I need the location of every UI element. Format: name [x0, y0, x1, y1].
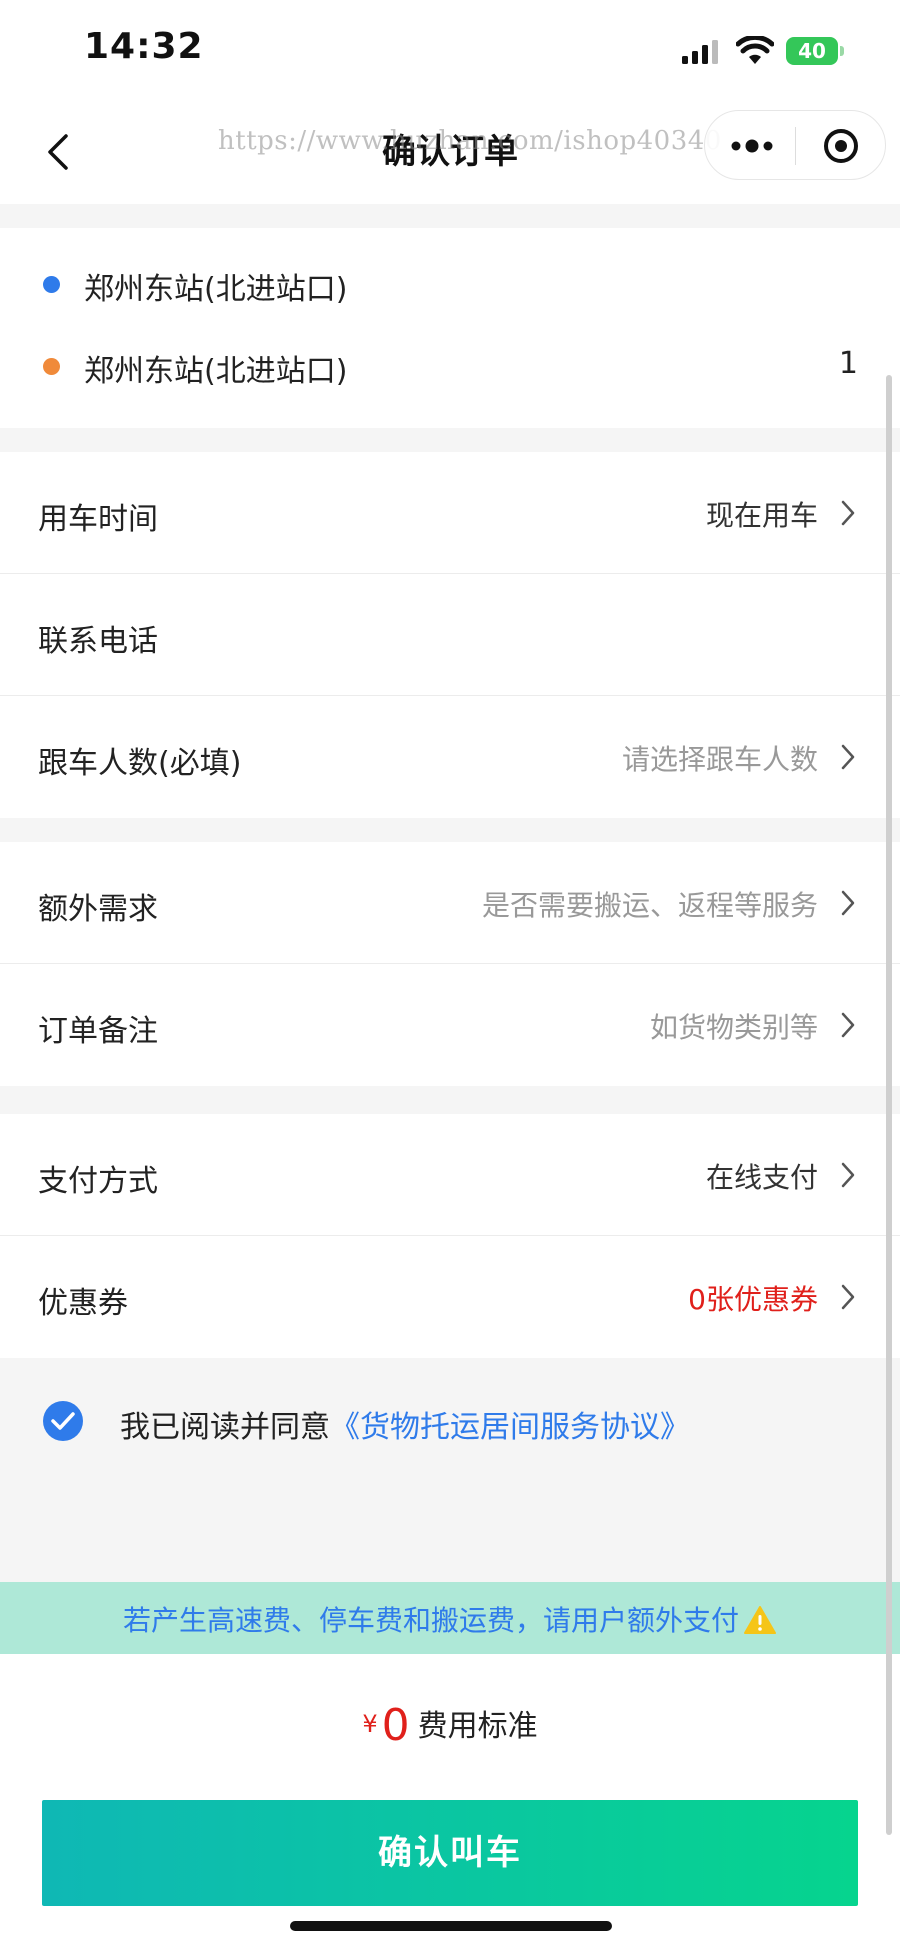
fee-notice: 若产生高速费、停车费和搬运费，请用户额外支付 [0, 1599, 900, 1639]
start-dot-icon [43, 276, 60, 293]
phone-row[interactable]: 联系电话 [0, 574, 900, 696]
battery-tip [840, 46, 844, 56]
chevron-right-icon [841, 744, 855, 770]
target-circle-icon[interactable] [821, 126, 861, 166]
payment-row[interactable]: 支付方式 在线支付 [0, 1114, 900, 1236]
chevron-right-icon [841, 1012, 855, 1038]
route-end-text: 郑州东站(北进站口) [84, 354, 348, 389]
scrollbar[interactable] [886, 375, 892, 1835]
route-end-count: 1 [838, 346, 858, 381]
price-amount: 0 [381, 1700, 410, 1751]
more-dots-icon[interactable] [727, 129, 777, 163]
end-dot-icon [43, 358, 60, 375]
payment-group: 支付方式 在线支付 优惠券 0张优惠券 [0, 1114, 900, 1358]
order-info-group: 用车时间 现在用车 联系电话 跟车人数(必填) 请选择跟车人数 [0, 452, 900, 818]
payment-value: 在线支付 [705, 1161, 818, 1194]
route-start-text: 郑州东站(北进站口) [84, 272, 348, 307]
fee-notice-banner: 若产生高速费、停车费和搬运费，请用户额外支付 [0, 1582, 900, 1654]
fee-standard-link[interactable]: 费用标准 [418, 1709, 538, 1744]
time-row[interactable]: 用车时间 现在用车 [0, 452, 900, 574]
remark-label: 订单备注 [38, 1014, 158, 1049]
chevron-right-icon [841, 1284, 855, 1310]
agreement-prefix: 我已阅读并同意 [120, 1410, 330, 1445]
coupon-row[interactable]: 优惠券 0张优惠券 [0, 1236, 900, 1358]
agreement-text: 我已阅读并同意《货物托运居间服务协议》 [120, 1402, 690, 1446]
agreement-link[interactable]: 《货物托运居间服务协议》 [330, 1410, 690, 1445]
coupon-value: 0张优惠券 [688, 1283, 818, 1316]
fee-notice-text: 若产生高速费、停车费和搬运费，请用户额外支付 [122, 1604, 739, 1637]
capsule-divider [795, 127, 796, 165]
extra-placeholder: 是否需要搬运、返程等服务 [481, 889, 818, 922]
status-time: 14:32 [84, 26, 204, 67]
remark-placeholder: 如货物类别等 [649, 1011, 818, 1044]
nav-bar: 确认订单 https://www.huzhan.com/ishop40340 [0, 100, 900, 204]
agreement-area: 我已阅读并同意《货物托运居间服务协议》 [0, 1362, 900, 1482]
time-value: 现在用车 [705, 499, 818, 532]
payment-label: 支付方式 [38, 1164, 158, 1199]
phone-label: 联系电话 [38, 624, 158, 659]
chevron-right-icon [841, 1162, 855, 1188]
chevron-right-icon [841, 500, 855, 526]
status-bar: 14:32 40 [0, 0, 900, 100]
route-card: 郑州东站(北进站口) 郑州东站(北进站口) 1 [0, 228, 900, 428]
riders-label: 跟车人数(必填) [38, 746, 242, 781]
riders-placeholder: 请选择跟车人数 [621, 743, 818, 776]
cellular-signal-icon [682, 40, 718, 64]
chevron-right-icon [841, 890, 855, 916]
extra-info-group: 额外需求 是否需要搬运、返程等服务 订单备注 如货物类别等 [0, 842, 900, 1086]
coupon-label: 优惠券 [38, 1286, 128, 1321]
extra-row[interactable]: 额外需求 是否需要搬运、返程等服务 [0, 842, 900, 964]
warning-icon [744, 1606, 776, 1634]
confirm-order-page: 14:32 40 确认订单 https://www.huzhan.com/ish… [0, 0, 900, 1947]
battery-level: 40 [786, 37, 838, 65]
bottom-bar: ¥0 费用标准 确认叫车 [0, 1654, 900, 1947]
riders-row[interactable]: 跟车人数(必填) 请选择跟车人数 [0, 696, 900, 818]
checkbox-checked-icon[interactable] [42, 1400, 84, 1442]
confirm-call-car-button[interactable]: 确认叫车 [42, 1800, 858, 1906]
route-start-row[interactable]: 郑州东站(北进站口) [0, 254, 900, 314]
extra-label: 额外需求 [38, 892, 158, 927]
route-end-row[interactable]: 郑州东站(北进站口) 1 [0, 336, 900, 396]
price-summary: ¥0 费用标准 [0, 1700, 900, 1751]
price-currency: ¥ [362, 1710, 378, 1738]
mini-program-capsule [704, 110, 886, 180]
home-indicator [290, 1921, 612, 1931]
time-label: 用车时间 [38, 502, 158, 537]
wifi-icon [736, 36, 774, 64]
watermark-text: https://www.huzhan.com/ishop40340 [218, 126, 722, 156]
remark-row[interactable]: 订单备注 如货物类别等 [0, 964, 900, 1086]
